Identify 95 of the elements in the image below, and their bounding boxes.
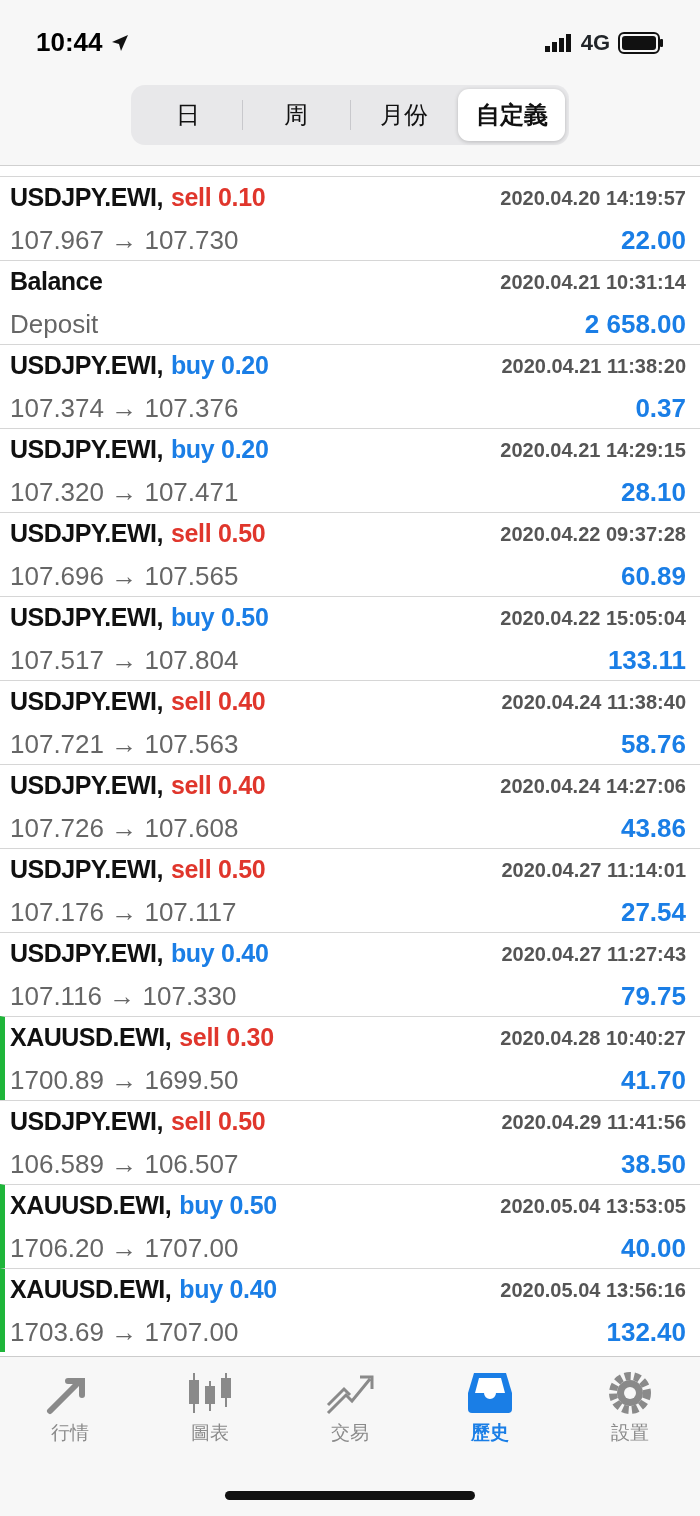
history-row[interactable]: USDJPY.EWI, sell 0.50 2020.04.29 11:41:56 106.589 → 106.507 38.50 (0, 1100, 700, 1184)
location-arrow-icon (110, 33, 129, 52)
price-label: 107.116 → 107.330 (10, 979, 237, 1013)
period-tab[interactable]: 月份 (350, 89, 458, 141)
order-label: buy 0.50 (179, 1190, 277, 1222)
time-label: 2020.05.04 13:53:05 (500, 1194, 686, 1219)
price-label: 1700.89 → 1699.50 (10, 1063, 239, 1097)
symbol-label: USDJPY.EWI, (10, 182, 163, 214)
profit-label: 22.00 (620, 223, 686, 257)
price-label: 1706.20 → 1707.00 (10, 1231, 239, 1265)
symbol-label: USDJPY.EWI, (10, 1106, 163, 1138)
time-label: 2020.04.22 09:37:28 (500, 522, 686, 547)
symbol-label: USDJPY.EWI, (10, 434, 163, 466)
time-label: 2020.04.24 11:38:40 (501, 690, 686, 715)
deposit-label: Deposit (10, 307, 99, 341)
time-label: 2020.04.27 11:14:01 (501, 858, 686, 883)
symbol-label: USDJPY.EWI, (10, 350, 163, 382)
time-label: 2020.04.20 14:19:57 (500, 186, 686, 211)
time-label: 2020.04.21 14:29:15 (500, 438, 686, 463)
price-label: 106.589 → 106.507 (10, 1147, 239, 1181)
order-label: sell 0.50 (170, 518, 266, 550)
profit-label: 79.75 (620, 979, 686, 1013)
price-label: 107.696 → 107.565 (10, 559, 239, 593)
time-label: 2020.04.21 10:31:14 (500, 270, 686, 295)
symbol-label: XAUUSD.EWI, (10, 1190, 172, 1222)
profit-label: 38.50 (620, 1147, 686, 1181)
order-label: sell 0.30 (179, 1022, 274, 1054)
order-label: buy 0.50 (170, 602, 269, 634)
time-label: 2020.04.22 15:05:04 (500, 606, 686, 631)
order-label: buy 0.20 (170, 434, 269, 466)
history-row[interactable]: USDJPY.EWI, buy 0.20 2020.04.21 14:29:15 107.320 → 107.471 28.10 (0, 428, 700, 512)
profit-label: 28.10 (620, 475, 686, 509)
time-label: 2020.04.21 11:38:20 (501, 354, 686, 379)
order-label: buy 0.20 (170, 350, 269, 382)
order-label: buy 0.40 (170, 938, 269, 970)
price-label: 107.726 → 107.608 (10, 811, 239, 845)
history-row[interactable]: USDJPY.EWI, sell 0.50 2020.04.27 11:14:01 107.176 → 107.117 27.54 (0, 848, 700, 932)
profit-label: 40.00 (620, 1231, 686, 1265)
profit-label: 0.37 (635, 391, 686, 425)
profit-label: 41.70 (620, 1063, 686, 1097)
profit-label: 43.86 (620, 811, 686, 845)
history-row[interactable]: USDJPY.EWI, sell 0.40 2020.04.24 11:38:40 107.721 → 107.563 58.76 (0, 680, 700, 764)
order-label: sell 0.40 (170, 770, 266, 802)
period-tab[interactable]: 自定義 (458, 89, 565, 141)
price-label: 107.176 → 107.117 (10, 895, 237, 929)
profit-label: 133.11 (607, 643, 686, 677)
profit-label: 58.76 (620, 727, 686, 761)
symbol-label: USDJPY.EWI, (10, 518, 163, 550)
order-label: sell 0.10 (170, 182, 266, 214)
history-row[interactable]: USDJPY.EWI, buy 0.50 2020.04.22 15:05:04 107.517 → 107.804 133.11 (0, 596, 700, 680)
battery-icon (618, 31, 664, 54)
history-row[interactable]: USDJPY.EWI, buy 0.40 2020.04.27 11:27:43 107.116 → 107.330 79.75 (0, 932, 700, 1016)
network-label: 4G (580, 29, 610, 57)
symbol-label: USDJPY.EWI, (10, 770, 163, 802)
order-label: sell 0.40 (170, 686, 266, 718)
price-label: 107.374 → 107.376 (10, 391, 239, 425)
profit-label: 60.89 (620, 559, 686, 593)
order-label: buy 0.40 (179, 1274, 277, 1306)
period-tab[interactable]: 周 (242, 89, 350, 141)
symbol-label: USDJPY.EWI, (10, 602, 163, 634)
symbol-label: USDJPY.EWI, (10, 686, 163, 718)
symbol-label: XAUUSD.EWI, (10, 1022, 172, 1054)
profit-label: 2 658.00 (584, 307, 686, 341)
history-row[interactable]: USDJPY.EWI, sell 0.40 2020.04.24 14:27:06 107.726 → 107.608 43.86 (0, 764, 700, 848)
status-time: 10:44 (36, 26, 103, 59)
time-label: 2020.04.27 11:27:43 (501, 942, 686, 967)
price-label: 107.320 → 107.471 (10, 475, 239, 509)
time-label: 2020.04.28 10:40:27 (500, 1026, 686, 1051)
price-label: 107.721 → 107.563 (10, 727, 239, 761)
price-label: 107.517 → 107.804 (10, 643, 239, 677)
balance-label: Balance (10, 266, 103, 298)
settings-icon (606, 1371, 654, 1415)
history-row[interactable]: USDJPY.EWI, buy 0.20 2020.04.21 11:38:20 107.374 → 107.376 0.37 (0, 344, 700, 428)
symbol-label: USDJPY.EWI, (10, 854, 163, 886)
order-label: sell 0.50 (170, 854, 266, 886)
history-row[interactable]: USDJPY.EWI, sell 0.10 2020.04.20 14:19:57 107.967 → 107.730 22.00 (0, 176, 700, 260)
signal-icon (544, 33, 573, 52)
period-tab[interactable]: 日 (135, 89, 242, 141)
price-label: 107.967 → 107.730 (10, 223, 239, 257)
time-label: 2020.05.04 13:56:16 (500, 1278, 686, 1303)
time-label: 2020.04.24 14:27:06 (500, 774, 686, 799)
symbol-label: USDJPY.EWI, (10, 938, 163, 970)
history-row[interactable]: XAUUSD.EWI, sell 0.30 2020.04.28 10:40:27 1700.89 → 1699.50 41.70 (0, 1016, 700, 1100)
inbox-icon (466, 1371, 514, 1415)
history-row[interactable]: Balance 2020.04.21 10:31:14 Deposit 2 658.00 (0, 260, 700, 344)
candlestick-icon (186, 1371, 234, 1415)
symbol-label: XAUUSD.EWI, (10, 1274, 172, 1306)
tab-bar-item[interactable]: 歷史 (420, 1357, 560, 1449)
history-row[interactable]: XAUUSD.EWI, buy 0.50 2020.05.04 13:53:05 1706.20 → 1707.00 40.00 (0, 1184, 700, 1268)
profit-label: 27.54 (620, 895, 686, 929)
profit-label: 132.40 (606, 1315, 686, 1349)
order-label: sell 0.50 (170, 1106, 266, 1138)
price-label: 1703.69 → 1707.00 (10, 1315, 239, 1349)
history-row[interactable]: USDJPY.EWI, sell 0.50 2020.04.22 09:37:28 107.696 → 107.565 60.89 (0, 512, 700, 596)
time-label: 2020.04.29 11:41:56 (501, 1110, 686, 1135)
